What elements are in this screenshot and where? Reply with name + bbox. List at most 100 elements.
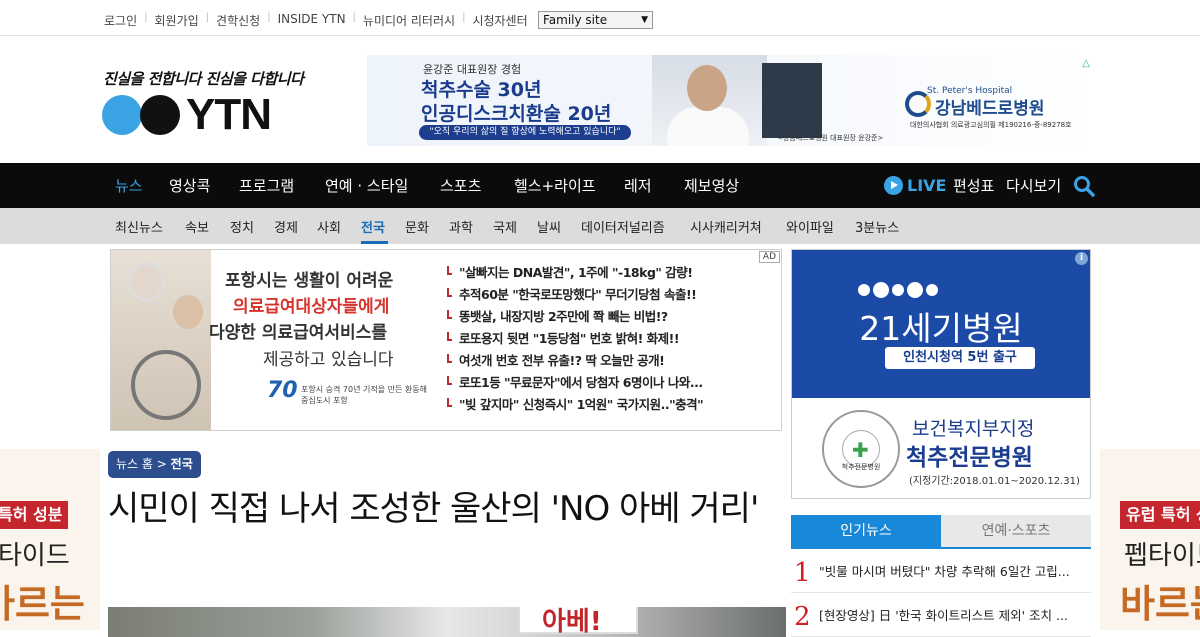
hospital-name: 강남베드로병원 [935, 99, 1045, 119]
subnav-national[interactable]: 전국 [361, 217, 385, 236]
breadcrumb-home[interactable]: 뉴스 홈 [116, 457, 153, 471]
medical-cross-icon: ✚ [852, 438, 869, 462]
subnav-latest[interactable]: 최신뉴스 [115, 217, 163, 236]
ad-label: AD [758, 251, 780, 263]
pohang-70-caption: 포항시 승격 70년 기적을 만든 환동해 중심도시 포항 [301, 385, 427, 405]
subnav-science[interactable]: 과학 [449, 217, 473, 236]
hospital-ad-name: 21세기병원 [859, 309, 1023, 348]
subnav-politics[interactable]: 정치 [230, 217, 254, 236]
play-icon [884, 176, 903, 195]
ad-slogan-pill: "오직 우리의 삶의 질 향상에 노력해오고 있습니다" [419, 125, 631, 140]
live-button[interactable]: LIVE [884, 176, 946, 195]
breadcrumb: 뉴스 홈 > 전국 [108, 451, 201, 478]
hospital-logo-dots [858, 282, 941, 298]
left-edge-ad[interactable]: 특허 성분 타이드 바르는 [0, 449, 100, 630]
sponsored-link[interactable]: 로또용지 뒷면 "1등당첨" 번호 밝혀! 화제!! [446, 328, 703, 350]
hospital-ad-period: (지정기간:2018.01.01~2020.12.31) [909, 476, 1080, 487]
ad-copy-2: 의료급여대상자들에게 [233, 297, 390, 317]
edge-ad-tag: 유럽 특허 성 [1120, 501, 1200, 529]
nav-leisure[interactable]: 레저 [624, 175, 652, 196]
live-label: LIVE [907, 176, 947, 195]
hospital-registration: 대한의사협회 의료광고심의필 제190216-중-89278호 [910, 121, 1072, 129]
ad-headline-1: 척추수술 30년 [421, 79, 542, 101]
nav-entertainment[interactable]: 연예 · 스타일 [325, 175, 408, 196]
right-edge-ad[interactable]: 유럽 특허 성 펩타이드 바르는 [1100, 449, 1200, 630]
sponsored-link[interactable]: 여섯개 번호 전부 유출!? 딱 오늘만 공개! [446, 350, 703, 372]
subnav-breaking[interactable]: 속보 [185, 217, 209, 236]
tab-popular-news[interactable]: 인기뉴스 [791, 515, 941, 547]
sponsored-links: "살빠지는 DNA발견", 1주에 "-18kg" 감량! 추적60분 "한국로… [446, 262, 704, 416]
xray-image [762, 63, 822, 138]
pohang-70-emblem: 70 [267, 378, 298, 403]
tab-entertainment-sports[interactable]: 연예·스포츠 [941, 515, 1091, 547]
subnav-y-file[interactable]: 와이파일 [786, 217, 834, 236]
signup-link[interactable]: 회원가입 [155, 12, 199, 29]
top-banner-ad[interactable]: 윤강준 대표원장 경험 척추수술 30년 인공디스크치환술 20년 "오직 우리… [367, 55, 1095, 146]
ytn-logo[interactable]: YTN [102, 93, 272, 137]
ad-copy-3: 다양한 의료급여서비스를 [209, 323, 387, 343]
edge-ad-tag: 특허 성분 [0, 501, 69, 529]
popular-title: "빗물 마시며 버텼다" 차량 추락해 6일간 고립... [819, 564, 1070, 579]
subnav-society[interactable]: 사회 [317, 217, 341, 236]
sponsored-link[interactable]: "살빠지는 DNA발견", 1주에 "-18kg" 감량! [446, 262, 703, 284]
logo-blue-dot [102, 95, 142, 135]
subnav-economy[interactable]: 경제 [274, 217, 298, 236]
nav-video[interactable]: 영상콕 [169, 175, 210, 196]
subnav-weather[interactable]: 날씨 [537, 217, 561, 236]
subnav-data-journalism[interactable]: 데이터저널리즘 [581, 217, 665, 236]
family-site-value: Family site [543, 13, 608, 27]
popular-title: [현장영상] 日 '한국 화이트리스트 제외' 조치 ... [819, 608, 1068, 623]
hospital-ad-exit: 인천시청역 5번 출구 [885, 347, 1035, 369]
family-site-select[interactable]: Family site ▼ [538, 11, 653, 29]
sub-nav: 최신뉴스 속보 정치 경제 사회 전국 문화 과학 국제 날씨 데이터저널리즘 … [0, 208, 1200, 244]
hospital-side-ad[interactable]: 21세기병원 인천시청역 5번 출구 ✚ 척추전문병원 보건복지부지정 척추전문… [791, 249, 1091, 499]
photo-sign-text: 아베! [542, 607, 602, 637]
popular-item[interactable]: 2 [현장영상] 日 '한국 화이트리스트 제외' 조치 ... [791, 593, 1091, 637]
subnav-culture[interactable]: 문화 [405, 217, 429, 236]
dropdown-arrow-icon: ▼ [641, 15, 648, 25]
slogan: 진실을 전합니다 진심을 다합니다 [103, 70, 304, 88]
subnav-world[interactable]: 국제 [493, 217, 517, 236]
schedule-link[interactable]: 편성표 [953, 175, 994, 196]
ad-copy-4: 제공하고 있습니다 [263, 350, 394, 370]
nav-program[interactable]: 프로그램 [239, 175, 294, 196]
popular-item[interactable]: 1 "빗물 마시며 버텼다" 차량 추락해 6일간 고립... [791, 549, 1091, 593]
sponsored-link[interactable]: 추적60분 "한국로또망했다" 무더기당첨 속출!! [446, 284, 703, 306]
nav-news[interactable]: 뉴스 [115, 175, 143, 196]
media-literacy-link[interactable]: 뉴미디어 리터러시 [363, 12, 455, 29]
popular-tabs: 인기뉴스 연예·스포츠 [791, 515, 1091, 549]
article-photo[interactable]: 아베! [108, 607, 786, 637]
doctor-photo [652, 55, 767, 146]
nav-report[interactable]: 제보영상 [684, 175, 739, 196]
subnav-caricature[interactable]: 시사캐리커쳐 [690, 217, 762, 236]
inside-ytn-link[interactable]: INSIDE YTN [278, 12, 346, 29]
edge-ad-big: 바르는 [0, 582, 85, 626]
hospital-ad-specialty: 척추전문병원 [906, 445, 1033, 471]
hospital-ad-designation: 보건복지부지정 [912, 418, 1035, 440]
designation-seal: ✚ 척추전문병원 [822, 410, 900, 488]
pohang-ad-image[interactable]: 포항시는 생활이 어려운 의료급여대상자들에게 다양한 의료급여서비스를 제공하… [111, 250, 431, 430]
replay-link[interactable]: 다시보기 [1006, 175, 1061, 196]
search-icon[interactable] [1073, 175, 1095, 197]
ad-headline-2: 인공디스크치환술 20년 [421, 103, 612, 125]
edge-ad-line: 타이드 [0, 541, 70, 571]
subnav-3min-news[interactable]: 3분뉴스 [855, 217, 899, 236]
utility-links: 로그인 | 회원가입 | 견학신청 | INSIDE YTN | 뉴미디어 리터러시 | … [104, 12, 528, 29]
sponsored-box: 포항시는 생활이 어려운 의료급여대상자들에게 다양한 의료급여서비스를 제공하… [110, 249, 782, 431]
login-link[interactable]: 로그인 [104, 12, 137, 29]
article-headline: 시민이 직접 나서 조성한 울산의 'NO 아베 거리' [108, 489, 759, 529]
ad-caption: <강남베드로병원 대표원장 윤강준> [777, 134, 884, 142]
ad-choices-icon[interactable]: △ [1082, 58, 1090, 69]
active-tab-underline [361, 241, 388, 244]
nav-sports[interactable]: 스포츠 [440, 175, 481, 196]
tour-link[interactable]: 견학신청 [216, 12, 260, 29]
sponsored-link[interactable]: "빚 갚지마" 신청즉시" 1억원" 국가지원.."충격" [446, 394, 704, 416]
sponsored-link[interactable]: 똥뱃살, 내장지방 2주만에 쫙 빼는 비법!? [446, 306, 703, 328]
rank-number: 2 [794, 602, 811, 632]
sponsored-link[interactable]: 로또1등 "무료문자"에서 당첨자 6명이나 나와... [446, 372, 703, 394]
viewer-center-link[interactable]: 시청자센터 [472, 12, 527, 29]
breadcrumb-section[interactable]: 전국 [171, 457, 193, 471]
rank-number: 1 [794, 558, 811, 588]
nav-health[interactable]: 헬스+라이프 [514, 175, 596, 196]
ad-info-icon[interactable]: i [1075, 252, 1088, 265]
